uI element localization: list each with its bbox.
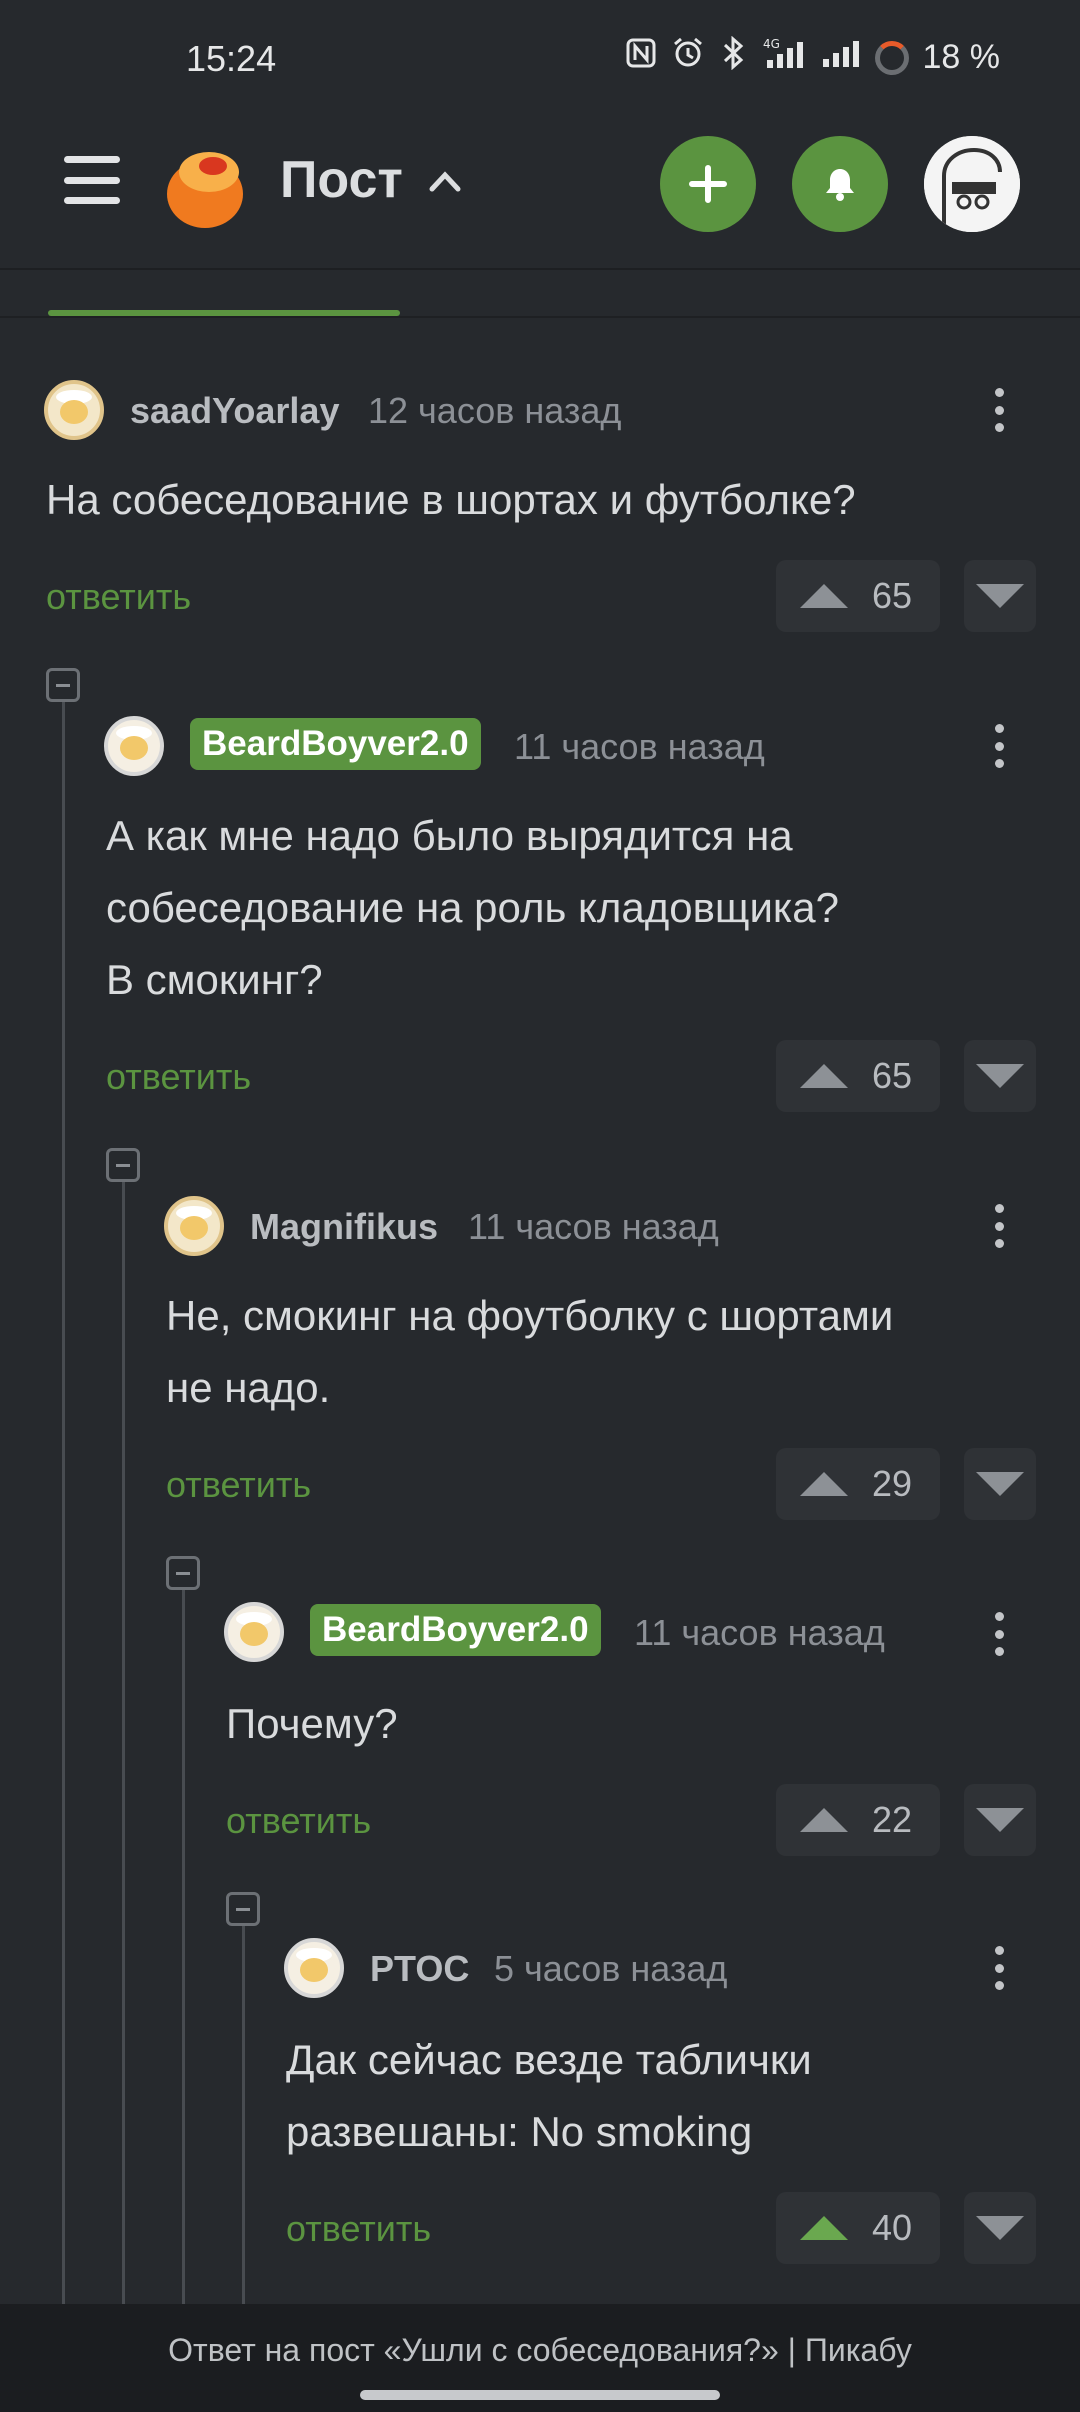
arrow-down-icon	[976, 1472, 1024, 1496]
signal-icon	[821, 37, 861, 78]
comment-time: 12 часов назад	[368, 390, 622, 431]
comment-text-line: А как мне надо было вырядится на	[106, 812, 793, 859]
pikabu-logo-icon[interactable]	[160, 142, 250, 232]
avatar[interactable]	[224, 1602, 284, 1662]
vote-count: 65	[872, 575, 913, 616]
collapse-thread-button[interactable]	[106, 1148, 140, 1182]
bell-icon	[826, 169, 854, 201]
battery-icon	[874, 40, 909, 75]
vote-count: 65	[872, 1055, 913, 1096]
tab-active-indicator[interactable]	[48, 310, 400, 316]
comment-text-line: Дак сейчас везде таблички	[286, 2036, 812, 2083]
avatar[interactable]	[104, 716, 164, 776]
page: 15:24 4G 18 % Пост saadYoarlay 12 часов …	[0, 0, 1080, 2412]
downvote-button[interactable]	[964, 1040, 1036, 1112]
arrow-down-icon	[976, 1064, 1024, 1088]
more-options-icon[interactable]	[984, 382, 1014, 438]
reply-button[interactable]: ответить	[286, 2208, 431, 2250]
upvote-button[interactable]: 65	[776, 560, 940, 632]
avatar[interactable]	[44, 380, 104, 440]
more-options-icon[interactable]	[984, 1198, 1014, 1254]
comment-text: Не, смокинг на фоутболку с шортами не на…	[166, 1280, 1046, 1424]
avatar[interactable]	[164, 1196, 224, 1256]
comment-time: 11 часов назад	[514, 726, 765, 767]
vote-count: 22	[872, 1799, 913, 1840]
arrow-down-icon	[976, 584, 1024, 608]
status-bar: 15:24 4G 18 %	[0, 0, 1080, 120]
downvote-button[interactable]	[964, 1784, 1036, 1856]
chevron-up-icon[interactable]	[428, 158, 462, 203]
comment-text-line: Не, смокинг на фоутболку с шортами	[166, 1292, 894, 1339]
comment-author-badge[interactable]: BeardBoyver2.0	[310, 1604, 601, 1656]
comment-author[interactable]: saadYoarlay	[130, 390, 339, 432]
add-post-button[interactable]	[660, 136, 756, 232]
comment-author-badge[interactable]: BeardBoyver2.0	[190, 718, 481, 770]
arrow-up-icon	[800, 1064, 848, 1088]
arrow-up-icon	[800, 584, 848, 608]
reply-button[interactable]: ответить	[166, 1464, 311, 1506]
status-icons: 4G 18 %	[625, 35, 1001, 79]
svg-text:4G: 4G	[763, 37, 780, 51]
downvote-button[interactable]	[964, 2192, 1036, 2264]
reply-button[interactable]: ответить	[226, 1800, 371, 1842]
upvote-button[interactable]: 65	[776, 1040, 940, 1112]
comment-time: 5 часов назад	[494, 1948, 728, 1989]
comment-text-line: развешаны: No smoking	[286, 2108, 753, 2155]
app-header: Пост	[0, 120, 1080, 270]
comment-text-line: В смокинг?	[106, 956, 323, 1003]
arrow-up-icon	[800, 1472, 848, 1496]
plus-icon	[689, 165, 727, 203]
footer-bar: Ответ на пост «Ушли с собеседования?» | …	[0, 2304, 1080, 2412]
notifications-button[interactable]	[792, 136, 888, 232]
avatar[interactable]	[284, 1938, 344, 1998]
page-title[interactable]: Пост	[280, 150, 403, 210]
more-options-icon[interactable]	[984, 718, 1014, 774]
status-time: 15:24	[186, 38, 277, 79]
arrow-up-icon	[800, 2216, 848, 2240]
user-avatar[interactable]	[924, 136, 1020, 232]
comment-time: 11 часов назад	[634, 1612, 885, 1653]
comment-author[interactable]: Magnifikus	[250, 1206, 438, 1248]
arrow-down-icon	[976, 1808, 1024, 1832]
reply-button[interactable]: ответить	[46, 576, 191, 618]
thread-line[interactable]	[62, 702, 65, 2304]
collapse-thread-button[interactable]	[226, 1892, 260, 1926]
more-options-icon[interactable]	[984, 1940, 1014, 1996]
thread-line[interactable]	[242, 1926, 245, 2304]
arrow-down-icon	[976, 2216, 1024, 2240]
nfc-icon	[625, 37, 657, 78]
upvote-button[interactable]: 40	[776, 2192, 940, 2264]
collapse-thread-button[interactable]	[166, 1556, 200, 1590]
downvote-button[interactable]	[964, 1448, 1036, 1520]
comment-text: Дак сейчас везде таблички развешаны: No …	[286, 2024, 1046, 2168]
collapse-thread-button[interactable]	[46, 668, 80, 702]
profile-avatar-icon	[924, 136, 1020, 232]
more-options-icon[interactable]	[984, 1606, 1014, 1662]
reply-button[interactable]: ответить	[106, 1056, 251, 1098]
downvote-button[interactable]	[964, 560, 1036, 632]
home-indicator[interactable]	[360, 2390, 720, 2400]
comment-text: А как мне надо было вырядится на собесед…	[106, 800, 1046, 1016]
signal-4g-icon: 4G	[763, 36, 807, 79]
menu-icon[interactable]	[64, 152, 120, 208]
comment-text: Почему?	[226, 1700, 398, 1747]
alarm-icon	[671, 36, 705, 79]
upvote-button[interactable]: 29	[776, 1448, 940, 1520]
comment-time: 11 часов назад	[468, 1206, 719, 1247]
thread-line[interactable]	[182, 1590, 185, 2304]
comment-text-line: собеседование на роль кладовщика?	[106, 884, 839, 931]
footer-caption[interactable]: Ответ на пост «Ушли с собеседования?» | …	[0, 2332, 1080, 2369]
comment-text: На собеседование в шортах и футболке?	[46, 476, 856, 523]
bluetooth-icon	[719, 35, 749, 79]
comment-text-line: не надо.	[166, 1364, 331, 1411]
upvote-button[interactable]: 22	[776, 1784, 940, 1856]
vote-count: 29	[872, 1463, 913, 1504]
vote-count: 40	[872, 2207, 913, 2248]
battery-percent: 18 %	[922, 38, 1001, 76]
comment-author[interactable]: PTOC	[370, 1948, 469, 1990]
thread-line[interactable]	[122, 1182, 125, 2304]
arrow-up-icon	[800, 1808, 848, 1832]
tab-bar	[0, 270, 1080, 318]
